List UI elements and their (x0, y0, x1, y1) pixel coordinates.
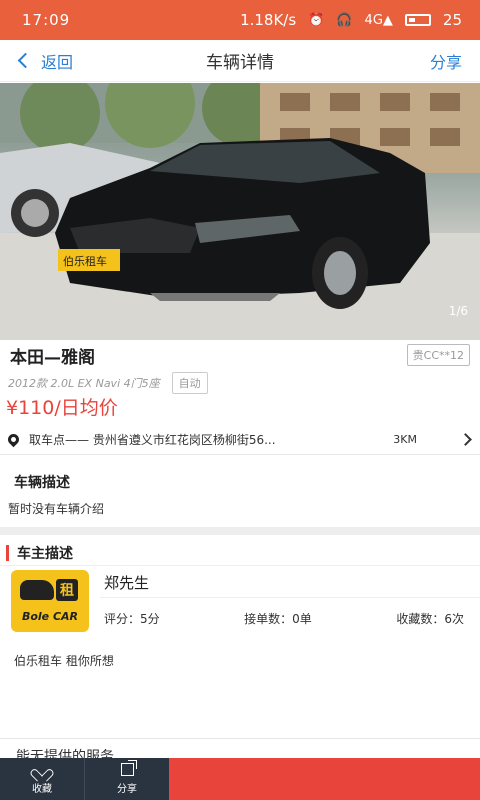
image-counter: 1/6 (448, 304, 468, 318)
signal-icon: 4G▲ (364, 12, 393, 28)
favorite-label: 收藏 (32, 783, 52, 795)
transmission-badge: 自动 (171, 372, 208, 394)
car-title: 本田—雅阁 (10, 347, 95, 368)
logo-char: 租 (56, 579, 78, 601)
car-logo-icon (20, 580, 54, 600)
section-divider-bottom (0, 738, 480, 739)
back-button[interactable]: 返回 (17, 49, 74, 73)
alarm-icon: ⏰ (308, 12, 325, 28)
pickup-address: 取车点—— 贵州省遵义市红花岗区杨柳街56... (29, 433, 276, 447)
location-pin-icon (5, 431, 22, 448)
battery-icon (404, 14, 431, 26)
spec-row: 2012款 2.0L EX Navi 4门5座 自动 (8, 372, 208, 394)
back-label: 返回 (41, 52, 74, 72)
car-title-row: 本田—雅阁 贵CC**12 (0, 340, 480, 370)
car-photo-carousel[interactable]: 伯乐租车 1/6 (0, 83, 480, 340)
owner-description: 伯乐租车 租你所想 (14, 654, 114, 668)
battery-level: 25 (442, 11, 462, 29)
owner-name: 郑先生 (104, 574, 150, 592)
headphones-icon: 🎧 (336, 12, 353, 28)
plate-badge: 贵CC**12 (406, 344, 470, 366)
vehicle-description-body: 暂时没有车辆介绍 (8, 502, 105, 516)
share-tab-label: 分享 (117, 784, 137, 795)
status-bar: 17:09 1.18K/s ⏰ 🎧 4G▲ 25 (0, 0, 480, 40)
share-tab-button[interactable]: 分享 (84, 758, 169, 800)
pickup-distance: 3KM (393, 433, 417, 446)
share-icon (120, 760, 137, 776)
nav-bar: 返回 车辆详情 分享 (0, 40, 480, 82)
heart-icon (35, 764, 49, 776)
book-button[interactable] (169, 758, 480, 800)
status-time: 17:09 (22, 11, 71, 29)
section-divider (0, 527, 480, 535)
favorite-button[interactable]: 收藏 (0, 758, 84, 800)
car-photo: 伯乐租车 (0, 83, 480, 340)
owner-section-header: 车主描述 (6, 543, 73, 563)
section-marker (6, 545, 9, 561)
pickup-location-row[interactable]: 取车点—— 贵州省遵义市红花岗区杨柳街56... 3KM (0, 425, 480, 455)
owner-orders: 接单数：0单 (244, 612, 312, 626)
share-button[interactable]: 分享 (430, 49, 462, 73)
owner-rating: 评分：5分 (104, 612, 160, 626)
status-icons: 1.18K/s ⏰ 🎧 4G▲ 25 (240, 11, 462, 29)
rental-sign-text: 伯乐租车 (63, 254, 107, 268)
chevron-left-icon (17, 52, 34, 69)
vehicle-description-title: 车辆描述 (14, 475, 70, 491)
chevron-right-icon (459, 433, 472, 446)
car-spec: 2012款 2.0L EX Navi 4门5座 (8, 377, 160, 390)
owner-header-divider (0, 565, 480, 566)
owner-name-divider (100, 597, 480, 598)
bottom-action-bar: 收藏 分享 (0, 758, 480, 800)
owner-section-title: 车主描述 (17, 546, 73, 562)
owner-avatar: 租 Bole CAR (11, 570, 89, 632)
owner-favorites: 收藏数：6次 (396, 612, 464, 626)
logo-text: Bole CAR (21, 610, 79, 623)
daily-price: ¥110/日均价 (6, 397, 118, 419)
network-speed: 1.18K/s (240, 11, 297, 29)
owner-stats: 评分：5分 接单数：0单 收藏数：6次 (104, 610, 464, 627)
